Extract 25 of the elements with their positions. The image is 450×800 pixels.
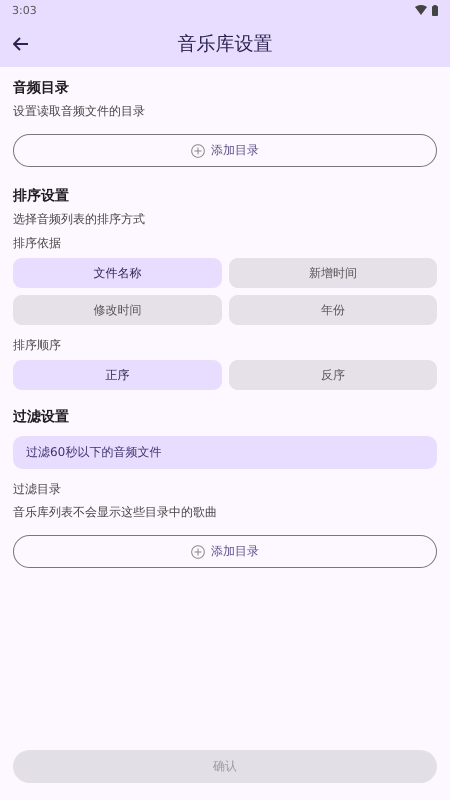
section-subtitle: 选择音频列表的排序方式 (13, 211, 145, 228)
section-title: 音频目录 (13, 79, 69, 97)
order-option[interactable]: 反序 (228, 360, 437, 390)
battery-icon (432, 4, 438, 16)
status-time: 3:03 (12, 4, 37, 16)
order-option[interactable]: 正序 (13, 360, 222, 390)
field-label: 排序依据 (13, 235, 61, 252)
sort-option[interactable]: 年份 (228, 295, 437, 325)
add-icon (191, 144, 205, 158)
field-label: 过滤目录 (13, 481, 61, 498)
filter-toggle[interactable]: 过滤60秒以下的音频文件 (13, 436, 437, 469)
add-icon (191, 544, 205, 558)
wifi-icon (415, 5, 427, 15)
section-subtitle: 音乐库列表不会显示这些目录中的歌曲 (13, 504, 217, 521)
page-title: 音乐库设置 (178, 32, 272, 56)
add-folder-button[interactable]: 添加目录 (13, 535, 437, 568)
field-label: 排序顺序 (13, 337, 61, 354)
sort-option[interactable]: 新增时间 (228, 258, 437, 288)
section-title: 过滤设置 (13, 408, 69, 426)
sort-option[interactable]: 修改时间 (13, 295, 222, 325)
section-subtitle: 设置读取音频文件的目录 (13, 103, 145, 120)
sort-option[interactable]: 文件名称 (13, 258, 222, 288)
back-icon[interactable] (13, 37, 29, 51)
section-title: 排序设置 (13, 187, 69, 205)
add-folder-button[interactable]: 添加目录 (13, 134, 437, 167)
